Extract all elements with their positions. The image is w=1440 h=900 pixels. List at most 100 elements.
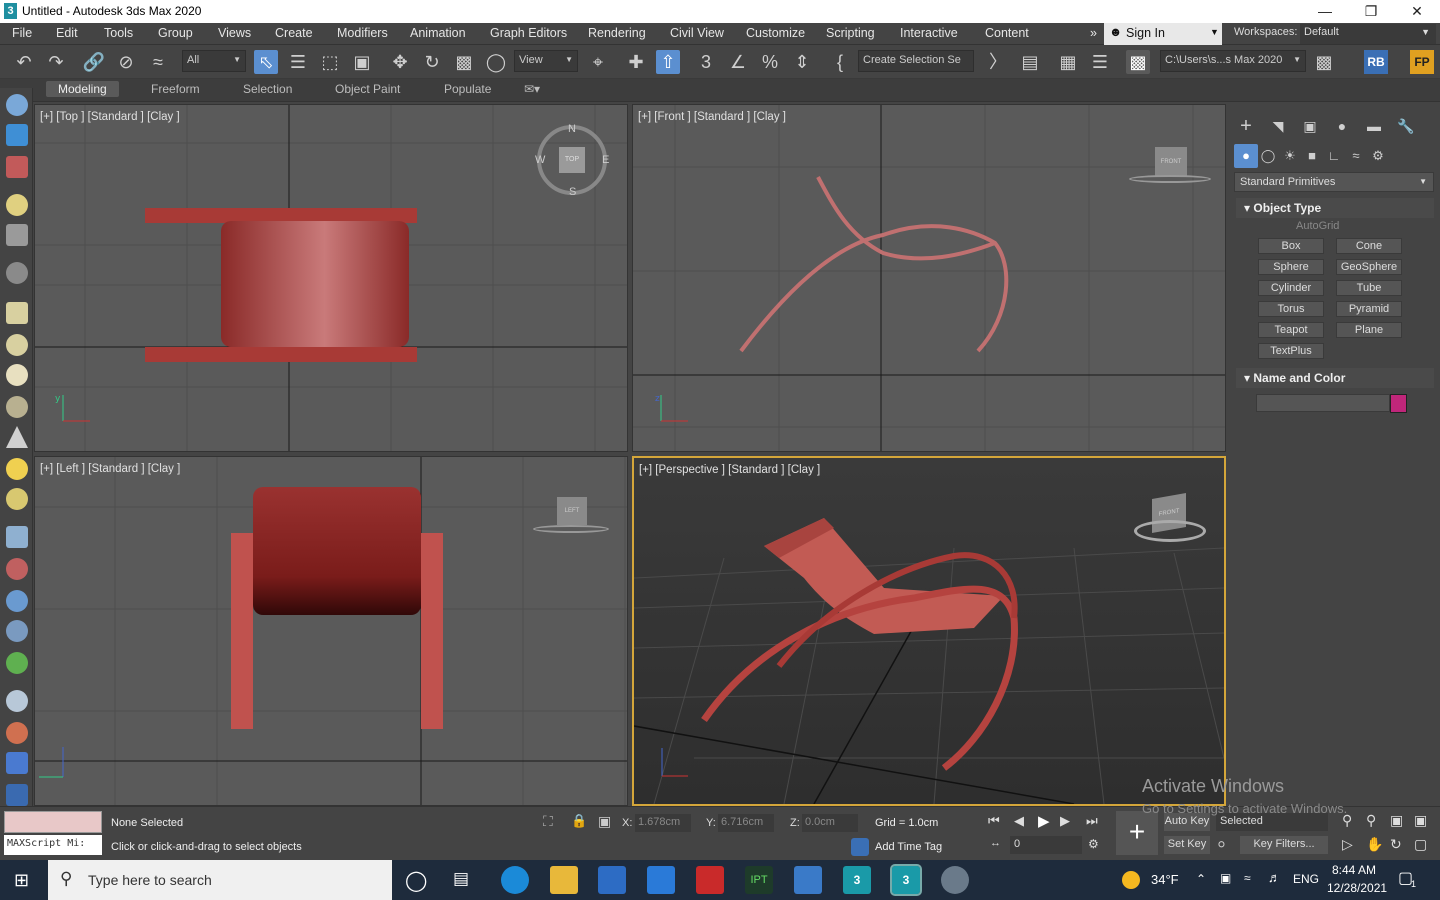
place-icon[interactable]: ◯: [484, 50, 508, 74]
sphere-button[interactable]: Sphere: [1258, 259, 1324, 275]
store-icon[interactable]: [598, 866, 626, 894]
lock-icon[interactable]: 🔒: [571, 813, 587, 829]
maxscript-listener-pink[interactable]: [4, 811, 102, 833]
keyboard-shortcut-override-icon[interactable]: ⇧: [656, 50, 680, 74]
cortana-icon[interactable]: ◯: [405, 868, 427, 893]
create-tab-icon[interactable]: +: [1234, 114, 1258, 138]
hierarchy-tab-icon[interactable]: ▣: [1298, 114, 1322, 138]
viewport-left-label[interactable]: [+] [Left ] [Standard ] [Clay ]: [40, 463, 180, 475]
menu-edit[interactable]: Edit: [56, 26, 78, 40]
viewport-top-label[interactable]: [+] [Top ] [Standard ] [Clay ]: [40, 111, 180, 123]
percent-snap-icon[interactable]: %: [758, 50, 782, 74]
name-color-rollout-header[interactable]: ▾ Name and Color: [1236, 368, 1434, 388]
render-frame-icon[interactable]: [6, 784, 28, 806]
unlink-icon[interactable]: ⊘: [114, 50, 138, 74]
link-icon[interactable]: 🔗: [82, 50, 106, 74]
torus-knot-icon[interactable]: [6, 396, 28, 418]
menu-scripting[interactable]: Scripting: [826, 26, 875, 40]
network-tray-icon[interactable]: ▣: [1220, 871, 1231, 885]
sun-icon[interactable]: [6, 458, 28, 480]
set-key-button[interactable]: Set Key: [1164, 836, 1210, 854]
tab-freeform[interactable]: Freeform: [151, 82, 200, 96]
spinner-snap-icon[interactable]: ⇕: [790, 50, 814, 74]
menu-content[interactable]: Content: [985, 26, 1029, 40]
autocad-icon[interactable]: [696, 866, 724, 894]
gear-icon[interactable]: [6, 620, 28, 642]
menu-tools[interactable]: Tools: [104, 26, 133, 40]
selection-filter-dropdown[interactable]: All ▼: [182, 50, 246, 72]
maximize-viewport-icon[interactable]: ▢: [1414, 836, 1427, 853]
3dsmax-icon[interactable]: 3: [843, 866, 871, 894]
toggle-ribbon-icon[interactable]: ▩: [1126, 50, 1150, 74]
sign-in-button[interactable]: ☻ Sign In ▼: [1104, 23, 1222, 45]
primitive-category-dropdown[interactable]: Standard Primitives ▼: [1234, 172, 1434, 192]
angle-snap-icon[interactable]: ∠: [726, 50, 750, 74]
cylinder-button[interactable]: Cylinder: [1258, 280, 1324, 296]
dynamics-icon[interactable]: [6, 558, 28, 580]
viewport-front-label[interactable]: [+] [Front ] [Standard ] [Clay ]: [638, 111, 786, 123]
render-setup-icon[interactable]: ▩: [1312, 50, 1336, 74]
viewport-perspective[interactable]: [+] [Perspective ] [Standard ] [Clay ] F…: [632, 456, 1226, 806]
motion-tab-icon[interactable]: ●: [1330, 114, 1354, 138]
mail-icon[interactable]: [647, 866, 675, 894]
project-folder-dropdown[interactable]: C:\Users\s...s Max 2020 ▼: [1160, 50, 1306, 72]
time-configuration-icon[interactable]: ⚙: [1088, 837, 1099, 851]
viewcube-compass[interactable]: TOP N S E W: [535, 123, 609, 198]
play-icon[interactable]: ▶: [1038, 812, 1050, 830]
menu-create[interactable]: Create: [275, 26, 313, 40]
viewcube-left[interactable]: LEFT: [557, 497, 587, 525]
cameras-icon[interactable]: ■: [1300, 144, 1324, 168]
material-sphere-icon[interactable]: [6, 690, 28, 712]
undo-icon[interactable]: ↶: [12, 50, 36, 74]
align-icon[interactable]: ▤: [1018, 50, 1042, 74]
select-by-name-icon[interactable]: ☰: [286, 50, 310, 74]
rotate-icon[interactable]: ↻: [420, 50, 444, 74]
menu-interactive[interactable]: Interactive: [900, 26, 958, 40]
3dsmax-active-icon[interactable]: 3: [890, 864, 922, 896]
go-to-end-icon[interactable]: ⏭: [1086, 813, 1098, 829]
menu-graph-editors[interactable]: Graph Editors: [490, 26, 567, 40]
camera-icon[interactable]: [6, 224, 28, 246]
scene-explorer-icon[interactable]: [6, 94, 28, 116]
key-mode-toggle-icon[interactable]: ↔: [990, 837, 1001, 849]
weather-icon[interactable]: [1122, 871, 1140, 889]
menu-animation[interactable]: Animation: [410, 26, 466, 40]
reference-coordinate-dropdown[interactable]: View ▼: [514, 50, 578, 72]
edge-icon[interactable]: [501, 866, 529, 894]
current-frame-spinner[interactable]: 0: [1010, 836, 1082, 854]
viewport-layout-icon[interactable]: [6, 124, 28, 146]
viewport-left[interactable]: [+] [Left ] [Standard ] [Clay ] LEFT: [34, 456, 628, 806]
autogrid-checkbox[interactable]: AutoGrid: [1296, 220, 1339, 232]
menu-overflow-icon[interactable]: »: [1090, 26, 1097, 40]
snaps-toggle-icon[interactable]: 3: [694, 50, 718, 74]
set-keys-icon[interactable]: +: [1116, 811, 1158, 855]
menu-customize[interactable]: Customize: [746, 26, 805, 40]
box-button[interactable]: Box: [1258, 238, 1324, 254]
tab-object-paint[interactable]: Object Paint: [335, 82, 400, 96]
utilities-tab-icon[interactable]: 🔧: [1394, 114, 1418, 138]
window-crossing-icon[interactable]: ▣: [350, 50, 374, 74]
y-coordinate-field[interactable]: 6.716cm: [718, 814, 774, 832]
menu-civil-view[interactable]: Civil View: [670, 26, 724, 40]
menu-group[interactable]: Group: [158, 26, 193, 40]
lights-icon[interactable]: ☀: [1278, 144, 1302, 168]
plane-button[interactable]: Plane: [1336, 322, 1402, 338]
fp-plugin-button[interactable]: FP: [1410, 50, 1434, 74]
mirror-icon[interactable]: 〉: [986, 50, 1010, 74]
geosphere-button[interactable]: GeoSphere: [1336, 259, 1402, 275]
geometry-icon[interactable]: ●: [1234, 144, 1258, 168]
tab-modeling[interactable]: Modeling: [46, 81, 119, 97]
menu-modifiers[interactable]: Modifiers: [337, 26, 388, 40]
time-tag-icon[interactable]: [851, 838, 869, 856]
field-of-view-icon[interactable]: ▷: [1342, 836, 1353, 853]
tab-selection[interactable]: Selection: [243, 82, 292, 96]
key-filters-button[interactable]: Key Filters...: [1240, 836, 1328, 854]
wifi-icon[interactable]: ≈: [1244, 871, 1251, 885]
previous-frame-icon[interactable]: ◀: [1014, 813, 1024, 829]
render-icon[interactable]: [6, 156, 28, 178]
material-editor-icon[interactable]: [6, 722, 28, 744]
hemisphere-icon[interactable]: [6, 334, 28, 356]
select-manipulate-icon[interactable]: ✚: [624, 50, 648, 74]
menu-views[interactable]: Views: [218, 26, 251, 40]
object-name-input[interactable]: [1256, 394, 1390, 412]
